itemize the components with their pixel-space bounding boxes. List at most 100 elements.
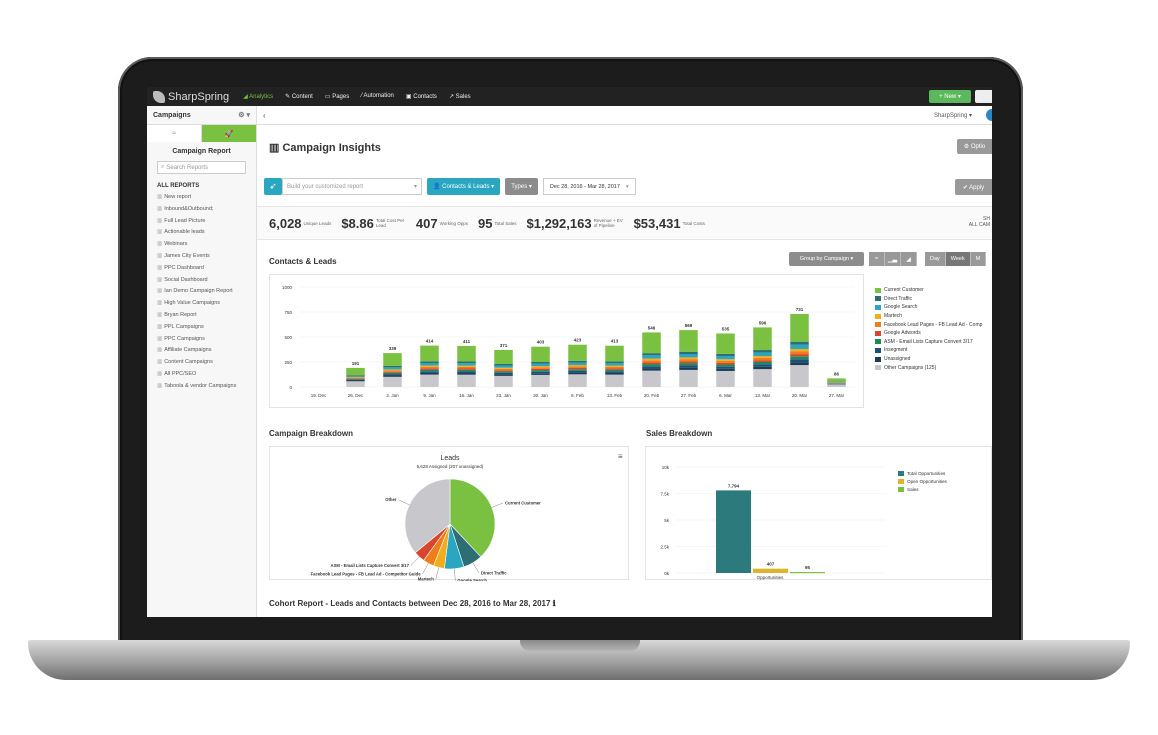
- bar-segment[interactable]: [531, 364, 550, 366]
- bar-segment[interactable]: [494, 373, 513, 374]
- bar-segment[interactable]: [605, 373, 624, 375]
- bar-segment[interactable]: [716, 363, 735, 365]
- contacts-leads-button[interactable]: 👤 Contacts & Leads ▾: [427, 178, 500, 195]
- bar-segment[interactable]: [716, 369, 735, 371]
- bar-segment[interactable]: [753, 367, 772, 369]
- bar-segment[interactable]: [568, 374, 587, 387]
- bar-segment[interactable]: [679, 368, 698, 370]
- bar-segment[interactable]: [753, 360, 772, 362]
- area-chart-icon[interactable]: ◢: [901, 252, 917, 266]
- nav-item-automation[interactable]: ⁄ Automation: [355, 93, 400, 100]
- bar-segment[interactable]: [420, 371, 439, 373]
- nav-item-analytics[interactable]: ◢ Analytics: [237, 93, 279, 100]
- bar-segment[interactable]: [642, 371, 661, 387]
- report-list-item[interactable]: ▥Ian Demo Campaign Report: [157, 286, 256, 298]
- bar-segment[interactable]: [790, 356, 809, 359]
- bar-segment[interactable]: [642, 362, 661, 364]
- bar-segment[interactable]: [790, 354, 809, 356]
- bar-segment[interactable]: [568, 371, 587, 373]
- range-month-button[interactable]: M: [971, 252, 987, 266]
- bar-segment[interactable]: [716, 367, 735, 369]
- bar-segment[interactable]: [642, 366, 661, 368]
- rocket-icon[interactable]: ➶: [264, 178, 282, 195]
- report-list-item[interactable]: ▥Webinars: [157, 239, 256, 251]
- bar-segment[interactable]: [457, 371, 476, 373]
- gear-icon[interactable]: ⚙ ▾: [238, 111, 250, 119]
- report-list-item[interactable]: ▥Content Campaigns: [157, 357, 256, 369]
- group-by-campaign-button[interactable]: Group by Campaign ▾: [789, 252, 864, 266]
- bar-segment[interactable]: [568, 368, 587, 369]
- bar-segment[interactable]: [605, 346, 624, 362]
- bar-segment[interactable]: [568, 361, 587, 363]
- bar-segment[interactable]: [642, 332, 661, 353]
- legend-item[interactable]: Facebook Lead Pages - FB Lead Ad - Comp: [875, 320, 982, 329]
- menu-icon[interactable]: ≡: [618, 452, 623, 461]
- bar-segment[interactable]: [383, 353, 402, 366]
- bar-segment[interactable]: [753, 362, 772, 364]
- range-week-button[interactable]: Week: [946, 252, 971, 266]
- bar-segment[interactable]: [383, 370, 402, 371]
- bar-segment[interactable]: [383, 369, 402, 370]
- search-reports-input[interactable]: ⌕Search Reports: [157, 161, 246, 174]
- bar-segment[interactable]: [679, 354, 698, 357]
- bar-segment[interactable]: [753, 352, 772, 356]
- bar-segment[interactable]: [346, 381, 365, 387]
- bar-segment[interactable]: [531, 367, 550, 369]
- report-list-item[interactable]: ▥Full Lead Picture: [157, 216, 256, 228]
- bar-segment[interactable]: [420, 365, 439, 366]
- tab-campaigns[interactable]: 🚀: [202, 125, 256, 142]
- bar-segment[interactable]: [679, 365, 698, 367]
- bar-segment[interactable]: [346, 377, 365, 378]
- bar-segment[interactable]: [605, 375, 624, 387]
- bar-segment[interactable]: [494, 365, 513, 367]
- bar-segment[interactable]: [642, 359, 661, 361]
- report-list-item[interactable]: ▥PPL Campaigns: [157, 322, 256, 334]
- bar-segment[interactable]: [605, 363, 624, 365]
- avatar[interactable]: [986, 109, 992, 121]
- bar-segment[interactable]: [790, 351, 809, 354]
- bar-segment[interactable]: [420, 367, 439, 369]
- legend-item[interactable]: Other Campaigns (125): [875, 363, 982, 372]
- bar-segment[interactable]: [753, 364, 772, 366]
- bar-segment[interactable]: [568, 373, 587, 375]
- nav-item-contacts[interactable]: ▣ Contacts: [400, 93, 443, 100]
- bar-segment[interactable]: [790, 365, 809, 387]
- report-list-item[interactable]: ▥Inbound&Outbound;: [157, 204, 256, 216]
- bar-segment[interactable]: [494, 369, 513, 370]
- bar-segment[interactable]: [679, 359, 698, 361]
- bar-segment[interactable]: [494, 350, 513, 364]
- bar-segment[interactable]: [494, 370, 513, 371]
- types-button[interactable]: Types ▾: [505, 178, 538, 195]
- bar-segment[interactable]: [568, 345, 587, 361]
- bar-segment[interactable]: [457, 366, 476, 367]
- bar-segment[interactable]: [716, 359, 735, 361]
- bar-segment[interactable]: [494, 374, 513, 375]
- report-list-item[interactable]: ▥PPC Dashboard: [157, 263, 256, 275]
- bar-segment[interactable]: [568, 369, 587, 371]
- legend-item[interactable]: Insegment: [875, 346, 982, 355]
- bar-segment[interactable]: [790, 362, 809, 365]
- legend-item[interactable]: Google Adwords: [875, 329, 982, 338]
- report-list-item[interactable]: ▥Affiliate Campaigns: [157, 345, 256, 357]
- bar-segment[interactable]: [753, 350, 772, 352]
- bar-segment[interactable]: [790, 314, 809, 342]
- bar-segment[interactable]: [642, 364, 661, 366]
- bar-segment[interactable]: [346, 378, 365, 379]
- bar-segment[interactable]: [383, 367, 402, 369]
- bar-segment[interactable]: [531, 369, 550, 370]
- bar-segment[interactable]: [716, 334, 735, 354]
- bar-segment[interactable]: [494, 368, 513, 369]
- bar-segment[interactable]: [346, 376, 365, 377]
- bar-segment[interactable]: [346, 380, 365, 381]
- bar-segment[interactable]: [642, 353, 661, 355]
- bar[interactable]: [753, 569, 788, 573]
- bar-segment[interactable]: [457, 367, 476, 369]
- bar-segment[interactable]: [531, 373, 550, 375]
- bar-segment[interactable]: [716, 361, 735, 363]
- bar-segment[interactable]: [679, 370, 698, 387]
- bar-segment[interactable]: [531, 370, 550, 372]
- bar-segment[interactable]: [753, 356, 772, 358]
- nav-item-sales[interactable]: ↗ Sales: [443, 93, 477, 100]
- bar-segment[interactable]: [716, 365, 735, 367]
- legend-item[interactable]: Direct Traffic: [875, 295, 982, 304]
